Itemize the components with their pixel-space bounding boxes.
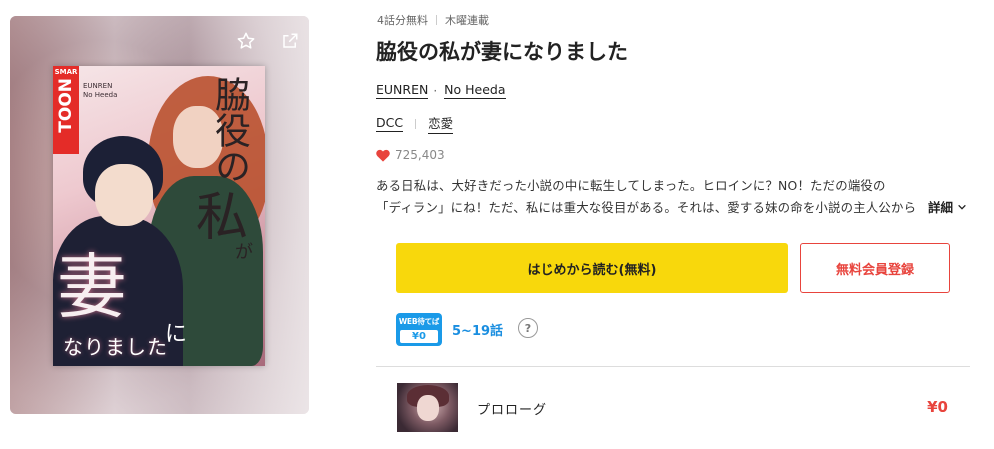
- author-link[interactable]: EUNREN: [376, 82, 429, 99]
- free-register-button[interactable]: 無料会員登録: [800, 243, 950, 293]
- wait-free-range: 5~19話: [452, 324, 504, 339]
- share-button[interactable]: [278, 29, 302, 53]
- cover-title-art: 脇役の 私 が: [195, 76, 253, 263]
- more-details-toggle[interactable]: 詳細: [926, 197, 968, 216]
- schedule-label: 木曜連載: [445, 14, 489, 27]
- episode-title: プロローグ: [477, 403, 548, 418]
- author-link[interactable]: No Heeda: [444, 82, 506, 99]
- divider: [415, 118, 417, 129]
- episode-thumbnail: [397, 383, 458, 432]
- smartoon-logo: SMAR TOON: [53, 66, 79, 154]
- star-outline-icon: [237, 32, 255, 49]
- tag-link[interactable]: DCC: [376, 115, 404, 132]
- read-from-start-button[interactable]: はじめから読む(無料): [396, 243, 788, 293]
- author-list: EUNREN · No Heeda: [376, 82, 506, 99]
- favorite-button[interactable]: [234, 29, 258, 53]
- like-count: 725,403: [376, 148, 445, 162]
- separator-dot: ·: [433, 83, 438, 98]
- synopsis: ある日私は、大好きだった小説の中に転生してしまった。ヒロインに？NO！ただの端役…: [376, 178, 917, 215]
- series-meta: 4話分無料 木曜連載: [377, 12, 489, 28]
- help-icon[interactable]: ?: [518, 318, 538, 338]
- tag-list: DCC 恋愛: [376, 113, 454, 134]
- cover-image[interactable]: SMAR TOON EUNREN No Heeda 脇役の 私 が 妻 に なり…: [53, 66, 265, 366]
- episode-price: ¥0: [927, 398, 948, 416]
- cover-authors: EUNREN No Heeda: [83, 82, 118, 100]
- wait-free-badge: WEB待てば ¥0: [396, 313, 442, 346]
- free-episodes-label: 4話分無料: [377, 14, 428, 27]
- heart-icon: [376, 149, 390, 162]
- external-share-icon: [283, 33, 298, 48]
- episode-list-item[interactable]: プロローグ ¥0: [376, 367, 970, 449]
- cover-panel: SMAR TOON EUNREN No Heeda 脇役の 私 が 妻 に なり…: [10, 16, 309, 414]
- chevron-down-icon: [958, 204, 966, 210]
- tag-link[interactable]: 恋愛: [428, 113, 454, 134]
- page-title: 脇役の私が妻になりました: [376, 40, 628, 64]
- divider: [436, 15, 437, 25]
